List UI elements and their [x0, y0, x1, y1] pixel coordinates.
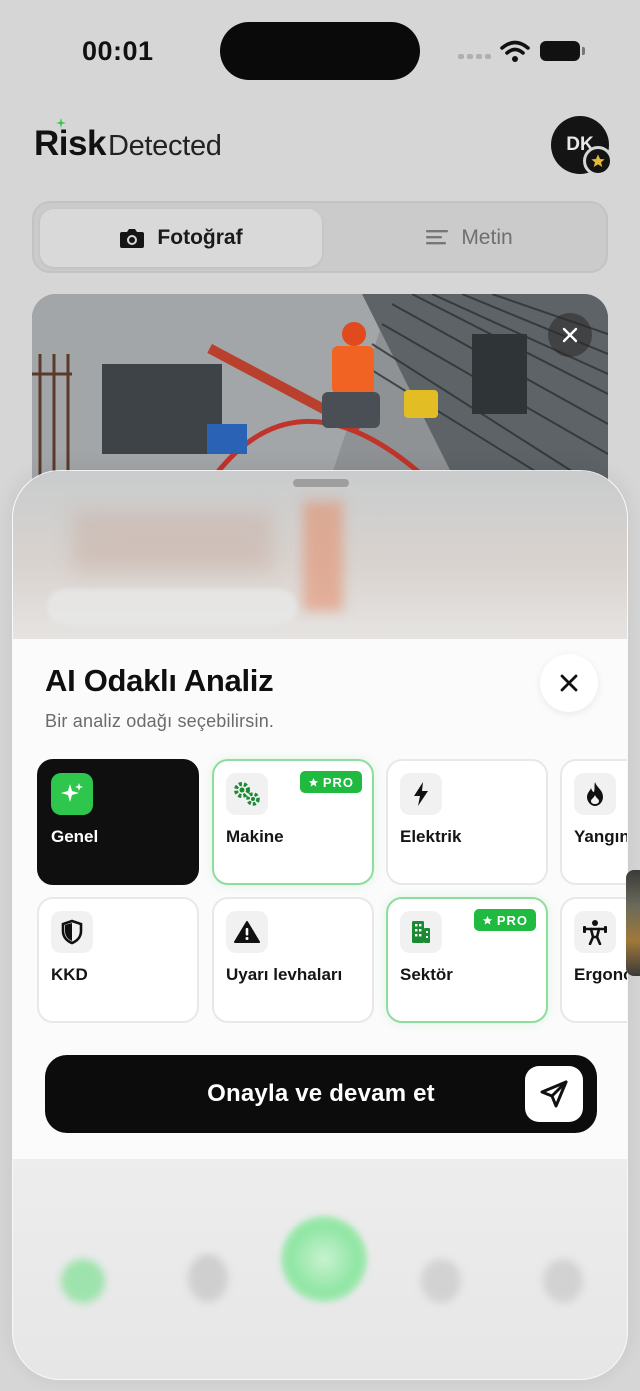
- focus-option-elektrik[interactable]: Elektrik: [386, 759, 548, 885]
- battery-icon: [540, 41, 585, 61]
- pro-badge: PRO: [299, 771, 362, 793]
- pro-badge-label: PRO: [322, 774, 354, 790]
- logo-risk-label: Risk: [34, 124, 106, 163]
- text-lines-icon: [426, 230, 449, 245]
- confirm-continue-button[interactable]: Onayla ve devam et: [45, 1055, 597, 1133]
- bolt-icon: [400, 773, 442, 815]
- star-icon: [308, 777, 318, 787]
- gears-icon: [226, 773, 268, 815]
- flame-icon: [574, 773, 616, 815]
- sheet-blurred-backdrop: [13, 471, 627, 641]
- star-icon: [482, 915, 492, 925]
- sparkles-icon: [51, 773, 93, 815]
- close-sheet-button[interactable]: [540, 654, 598, 712]
- focus-option-ergonomi[interactable]: Ergonomi: [560, 897, 627, 1023]
- focus-option-label: Genel: [51, 827, 99, 846]
- focus-option-uyari-levhalari[interactable]: Uyarı levhaları: [212, 897, 374, 1023]
- remove-photo-button[interactable]: [548, 313, 592, 357]
- person-lifting-icon: [574, 911, 616, 953]
- logo-spark-icon: [56, 118, 66, 128]
- dynamic-island: [220, 22, 420, 80]
- focus-option-label: KKD: [51, 965, 88, 984]
- app-logo: Risk Detected: [34, 118, 222, 164]
- wifi-icon: [500, 40, 530, 62]
- focus-option-label: Yangın: [574, 827, 628, 846]
- sheet-subtitle: Bir analiz odağı seçebilirsin.: [45, 711, 275, 731]
- focus-option-label: Sektör: [400, 965, 453, 984]
- logo-detected-text: Detected: [107, 130, 222, 162]
- focus-option-sektor[interactable]: PRO Sektör: [386, 897, 548, 1023]
- cellular-signal-icon: [458, 54, 491, 59]
- focus-option-kkd[interactable]: KKD: [37, 897, 199, 1023]
- send-icon: [525, 1066, 583, 1122]
- focus-option-label: Elektrik: [400, 827, 462, 846]
- focus-option-label: Ergonomi: [574, 965, 627, 984]
- close-icon: [562, 327, 578, 343]
- status-time: 00:01: [82, 36, 154, 66]
- tab-photo[interactable]: Fotoğraf: [40, 209, 322, 267]
- focus-option-label: Uyarı levhaları: [226, 965, 343, 984]
- pro-badge: PRO: [473, 909, 536, 931]
- tab-text-label: Metin: [461, 226, 513, 249]
- input-mode-segmented-control: Fotoğraf Metin: [32, 201, 608, 273]
- status-bar: 00:01: [0, 0, 640, 100]
- focus-option-label: Makine: [226, 827, 284, 846]
- sheet-grabber[interactable]: [293, 479, 349, 487]
- building-icon: [400, 911, 442, 953]
- focus-option-yangin[interactable]: Yangın: [560, 759, 628, 885]
- star-badge-icon: [583, 146, 613, 176]
- focus-option-makine[interactable]: PRO Makine: [212, 759, 374, 885]
- blurred-camera-fab: [281, 1216, 367, 1302]
- camera-icon: [120, 229, 145, 248]
- pro-badge-label: PRO: [496, 912, 528, 928]
- warning-icon: [226, 911, 268, 953]
- confirm-continue-label: Onayla ve devam et: [207, 1080, 435, 1107]
- shield-icon: [51, 911, 93, 953]
- close-icon: [560, 674, 578, 692]
- logo-risk-text: Risk: [34, 118, 106, 164]
- tab-photo-label: Fotoğraf: [157, 226, 243, 249]
- focus-option-genel[interactable]: Genel: [37, 759, 199, 885]
- analysis-focus-sheet: AI Odaklı Analiz Bir analiz odağı seçebi…: [12, 470, 628, 1380]
- photo-peek-edge: [626, 870, 640, 976]
- sheet-title: AI Odaklı Analiz: [45, 663, 274, 698]
- tab-text[interactable]: Metin: [334, 209, 604, 267]
